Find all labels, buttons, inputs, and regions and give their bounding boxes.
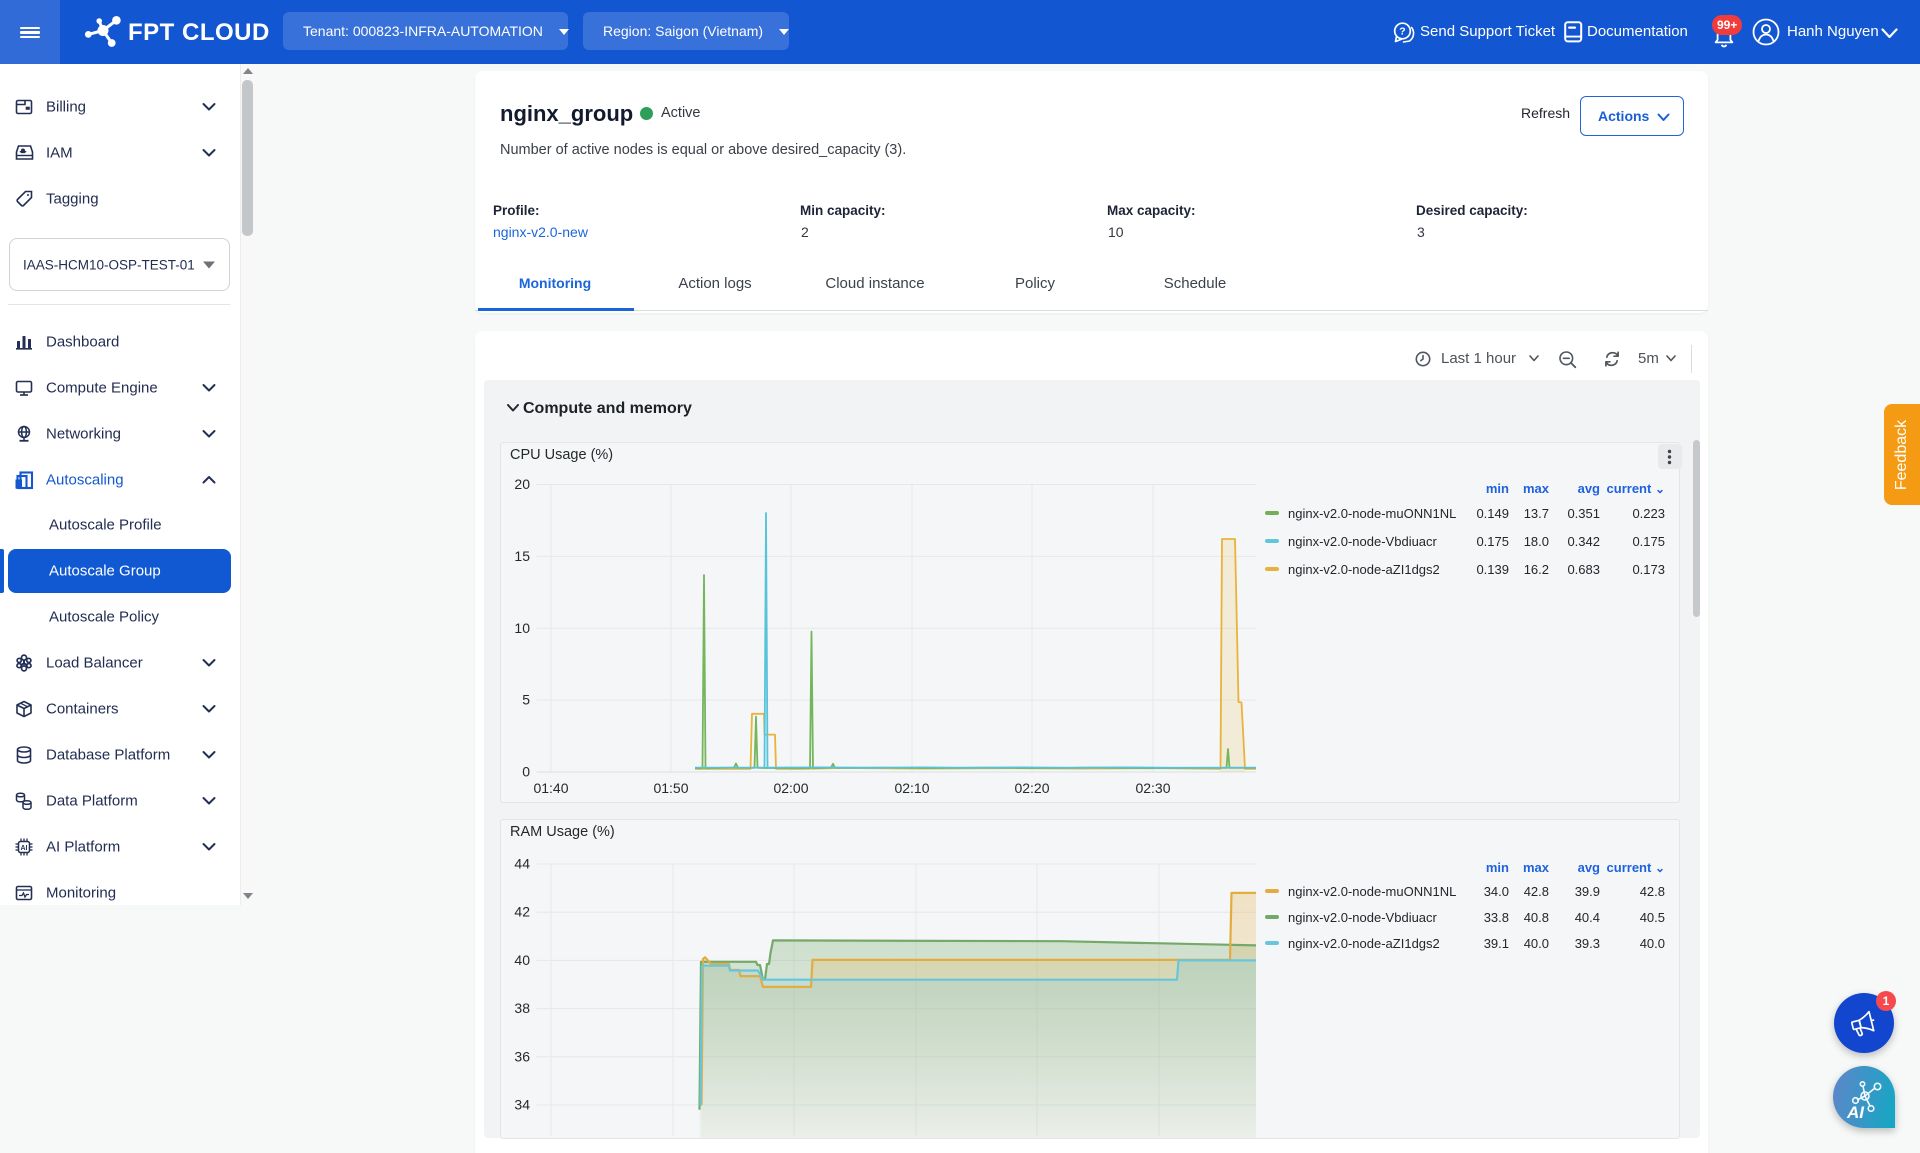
- svg-text:02:00: 02:00: [773, 780, 808, 796]
- svg-text:20: 20: [514, 476, 530, 492]
- svg-text:02:20: 02:20: [1014, 780, 1049, 796]
- svg-text:34: 34: [514, 1097, 530, 1113]
- svg-text:40: 40: [514, 952, 530, 968]
- svg-text:44: 44: [514, 856, 530, 872]
- svg-text:5: 5: [522, 692, 530, 708]
- svg-text:AI: AI: [1846, 1103, 1865, 1120]
- svg-text:01:50: 01:50: [653, 780, 688, 796]
- svg-text:42: 42: [514, 904, 530, 920]
- svg-text:15: 15: [514, 548, 530, 564]
- svg-text:?: ?: [1399, 26, 1405, 38]
- svg-text:36: 36: [514, 1048, 530, 1064]
- svg-text:10: 10: [514, 620, 530, 636]
- svg-text:38: 38: [514, 1000, 530, 1016]
- svg-text:0: 0: [522, 764, 530, 780]
- svg-text:AI: AI: [21, 845, 28, 852]
- svg-text:01:40: 01:40: [533, 780, 568, 796]
- svg-text:02:30: 02:30: [1135, 780, 1170, 796]
- svg-text:02:10: 02:10: [894, 780, 929, 796]
